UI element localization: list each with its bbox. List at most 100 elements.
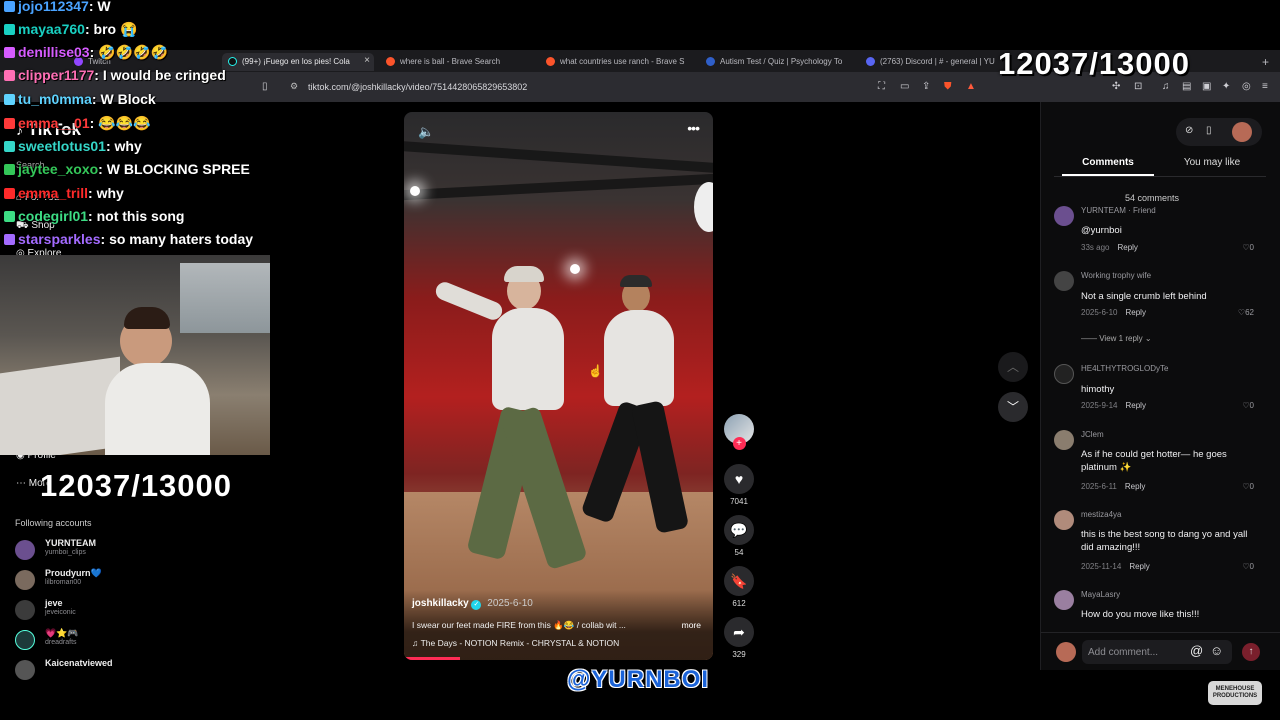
psychology-tools-icon [706, 57, 715, 66]
comment-like-button[interactable]: ♡0 [1242, 482, 1254, 491]
new-tab-button[interactable]: + [1258, 51, 1278, 69]
view-replies-button[interactable]: —— View 1 reply ⌄ [1081, 334, 1152, 343]
emoji-icon[interactable]: ☺ [1210, 643, 1223, 658]
chat-text: W BLOCKING SPREE [106, 161, 250, 177]
menu-icon[interactable]: ≡ [1262, 81, 1268, 92]
reply-button[interactable]: Reply [1125, 482, 1145, 491]
chat-username: tu_m0mma [18, 91, 92, 107]
screenshot-icon[interactable]: ⊡ [1134, 81, 1142, 92]
video-music[interactable]: ♫ The Days - NOTION Remix - CHRYSTAL & N… [412, 638, 619, 648]
extension-icon[interactable]: ⛶ [878, 81, 885, 92]
mouse-cursor-icon: ☝ [588, 364, 603, 378]
music-icon[interactable]: ♫ [1162, 81, 1170, 92]
chat-separator: : [84, 21, 94, 37]
avatar[interactable] [1054, 271, 1074, 291]
avatar[interactable] [1054, 510, 1074, 530]
user-avatar[interactable] [1056, 642, 1076, 662]
chat-message: jaytee_xoxo: W BLOCKING SPREE [4, 161, 250, 177]
close-tab-icon[interactable]: × [364, 55, 370, 66]
video-author[interactable]: joshkillacky [412, 598, 469, 609]
chevron-down-icon: ﹀ [1006, 400, 1019, 414]
chat-separator: : [98, 161, 107, 177]
mention-icon[interactable]: @ [1190, 643, 1203, 658]
avatar[interactable] [1054, 590, 1074, 610]
post-comment-button[interactable]: ↑ [1242, 643, 1260, 661]
comment-like-button[interactable]: ♡0 [1242, 243, 1254, 252]
puzzle-icon[interactable]: ✣ [1112, 81, 1120, 92]
webcam-desk [0, 356, 120, 455]
reply-button[interactable]: Reply [1125, 401, 1145, 410]
avatar[interactable] [1054, 364, 1074, 384]
phone-icon[interactable]: ▯ [1206, 125, 1212, 136]
compass-icon[interactable]: ⊘ [1185, 125, 1193, 136]
video-player[interactable]: 🔈 ••• joshkillacky ✓ 2025-6-10 I swear o… [404, 112, 713, 660]
site-info-icon[interactable]: ⚙ [290, 81, 298, 92]
brave-shields-icon[interactable]: ⛊ [944, 81, 952, 92]
chat-badge-icon [4, 164, 15, 175]
reply-button[interactable]: Reply [1129, 562, 1149, 571]
share-icon[interactable]: ⇪ [922, 81, 930, 92]
comment-button[interactable]: 💬 54 [722, 515, 756, 557]
cast-icon[interactable]: ▭ [900, 81, 909, 92]
creator-avatar-button[interactable]: + [722, 414, 756, 450]
chat-badge-icon [4, 94, 15, 105]
chat-separator: : [100, 231, 110, 247]
tab-discord[interactable]: (2763) Discord | # - general | YU [860, 53, 1010, 71]
chat-text: 🤣🤣🤣🤣 [98, 44, 168, 60]
stage-light [410, 186, 420, 196]
video-progress-bar[interactable] [404, 657, 460, 660]
tab-autism-test[interactable]: Autism Test / Quiz | Psychology To [700, 53, 855, 71]
sidebar-icon[interactable]: ▤ [1182, 81, 1191, 92]
like-button[interactable]: ♥ 7041 [722, 464, 756, 506]
chat-separator: : [88, 185, 97, 201]
chat-username: sweetlotus01 [18, 138, 106, 154]
tab-you-may-like[interactable]: You may like [1166, 157, 1258, 168]
caption-more-button[interactable]: more [682, 620, 701, 630]
vpn-icon[interactable]: ◎ [1242, 81, 1251, 92]
user-avatar[interactable] [1232, 122, 1252, 142]
comment-like-button[interactable]: ♡62 [1238, 308, 1254, 317]
chat-text: bro 😭 [93, 21, 138, 37]
dancer-hair [504, 266, 544, 282]
heart-outline-icon: ♡ [1242, 243, 1250, 252]
comment-like-button[interactable]: ♡0 [1242, 562, 1254, 571]
chat-message: codegirl01: not this song [4, 208, 184, 224]
comment-input[interactable]: Add comment... @ ☺ [1082, 640, 1232, 664]
share-button[interactable]: ➦ 329 [722, 617, 756, 659]
channel-watermark: @YURNBOI [567, 666, 710, 693]
previous-video-button[interactable]: ︿ [998, 352, 1028, 382]
tab-comments[interactable]: Comments [1062, 157, 1154, 168]
chat-username: emma__01 [18, 115, 90, 131]
avatar[interactable] [1054, 430, 1074, 450]
tab-brave-search-2[interactable]: what countries use ranch - Brave S [540, 53, 695, 71]
video-author-line: joshkillacky ✓ 2025-6-10 [412, 598, 533, 610]
follow-plus-icon[interactable]: + [732, 437, 746, 450]
save-button[interactable]: 🔖 612 [722, 566, 756, 608]
chat-badge-icon [4, 141, 15, 152]
brave-rewards-icon[interactable]: ▲ [966, 81, 976, 92]
next-video-button[interactable]: ﹀ [998, 392, 1028, 422]
comment-item: Working trophy wife Not a single crumb l… [1054, 271, 1266, 351]
volume-icon[interactable]: 🔈 [418, 124, 434, 140]
ai-icon[interactable]: ✦ [1222, 81, 1230, 92]
tab-tiktok[interactable]: (99+) ¡Fuego en los pies! Cola × [222, 53, 374, 71]
reply-button[interactable]: Reply [1125, 308, 1145, 317]
video-options-icon[interactable]: ••• [687, 120, 700, 136]
ceiling-beam [404, 173, 713, 201]
chat-text: why [114, 138, 142, 154]
wallet-icon[interactable]: ▣ [1202, 81, 1211, 92]
bookmark-icon[interactable]: ▯ [262, 81, 268, 92]
dancer-shirt [604, 310, 674, 406]
comment-like-button[interactable]: ♡0 [1242, 401, 1254, 410]
avatar[interactable] [1054, 206, 1074, 226]
webcam-shirt [105, 363, 210, 455]
chat-username: jaytee_xoxo [18, 161, 99, 177]
comment-item: mestiza4ya this is the best song to dang… [1054, 510, 1266, 571]
chat-message: clipper1177: I would be cringed [4, 67, 226, 83]
chat-message: tu_m0mma: W Block [4, 91, 156, 107]
wall-logo [694, 182, 713, 232]
reply-button[interactable]: Reply [1117, 243, 1137, 252]
bookmark-icon: 🔖 [724, 566, 754, 596]
chat-username: emma_trill [18, 185, 89, 201]
tab-brave-search-1[interactable]: where is ball - Brave Search [380, 53, 535, 71]
